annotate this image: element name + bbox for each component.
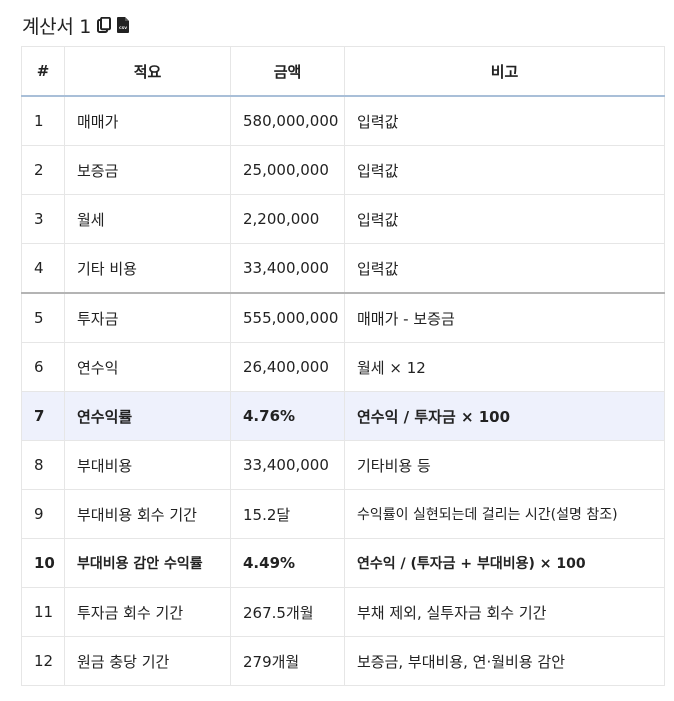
row-amount: 33,400,000	[230, 440, 345, 490]
row-no: 12	[21, 636, 65, 686]
row-item: 연수익률	[64, 391, 231, 441]
row-no: 9	[21, 489, 65, 539]
table-row-highlighted: 7 연수익률 4.76% 연수익 / 투자금 × 100	[21, 391, 665, 441]
row-amount: 279개월	[230, 636, 345, 686]
row-amount: 2,200,000	[230, 194, 345, 244]
page-title: 계산서 1	[22, 15, 92, 38]
row-note: 월세 × 12	[344, 342, 665, 392]
row-item: 원금 충당 기간	[64, 636, 231, 686]
table-row: 9 부대비용 회수 기간 15.2달 수익률이 실현되는데 걸리는 시간(설명 …	[21, 489, 665, 539]
csv-icon-label: CSV	[119, 26, 127, 30]
calc-table: # 적요 금액 비고 1 매매가 580,000,000 입력값 2 보증금 2…	[21, 46, 665, 686]
row-no: 1	[21, 95, 65, 146]
row-no: 4	[21, 243, 65, 294]
calc-title-bar: 계산서 1 CSV	[22, 10, 130, 40]
row-item: 월세	[64, 194, 231, 244]
table-row: 11 투자금 회수 기간 267.5개월 부채 제외, 실투자금 회수 기간	[21, 587, 665, 637]
row-note: 보증금, 부대비용, 연·월비용 감안	[344, 636, 665, 686]
table-row: 3 월세 2,200,000 입력값	[21, 194, 665, 244]
row-amount: 4.49%	[230, 538, 345, 588]
table-row: 12 원금 충당 기간 279개월 보증금, 부대비용, 연·월비용 감안	[21, 636, 665, 686]
row-amount: 25,000,000	[230, 145, 345, 195]
row-no: 11	[21, 587, 65, 637]
row-no: 6	[21, 342, 65, 392]
row-note: 매매가 - 보증금	[344, 292, 665, 343]
row-note: 입력값	[344, 194, 665, 244]
row-item: 투자금 회수 기간	[64, 587, 231, 637]
row-item: 매매가	[64, 95, 231, 146]
row-item: 부대비용	[64, 440, 231, 490]
table-row: 2 보증금 25,000,000 입력값	[21, 145, 665, 195]
row-note: 연수익 / 투자금 × 100	[344, 391, 665, 441]
row-no: 3	[21, 194, 65, 244]
row-no: 8	[21, 440, 65, 490]
header-item: 적요	[64, 46, 231, 97]
copy-icon[interactable]	[97, 17, 112, 33]
row-item: 기타 비용	[64, 243, 231, 294]
row-amount: 267.5개월	[230, 587, 345, 637]
row-amount: 555,000,000	[230, 292, 345, 343]
row-note: 연수익 / (투자금 + 부대비용) × 100	[344, 538, 665, 588]
row-note: 입력값	[344, 95, 665, 146]
header-no: #	[21, 46, 65, 97]
row-note: 부채 제외, 실투자금 회수 기간	[344, 587, 665, 637]
table-row: 6 연수익 26,400,000 월세 × 12	[21, 342, 665, 392]
row-item: 부대비용 감안 수익률	[64, 538, 231, 588]
row-item: 투자금	[64, 292, 231, 343]
row-amount: 4.76%	[230, 391, 345, 441]
csv-file-icon[interactable]: CSV	[117, 17, 130, 33]
table-row: 5 투자금 555,000,000 매매가 - 보증금	[21, 292, 665, 343]
row-amount: 15.2달	[230, 489, 345, 539]
table-row: 4 기타 비용 33,400,000 입력값	[21, 243, 665, 294]
row-note: 입력값	[344, 145, 665, 195]
row-no: 2	[21, 145, 65, 195]
row-amount: 33,400,000	[230, 243, 345, 294]
row-note: 입력값	[344, 243, 665, 294]
calc-table-container: # 적요 금액 비고 1 매매가 580,000,000 입력값 2 보증금 2…	[21, 46, 665, 686]
table-header-row: # 적요 금액 비고	[21, 46, 665, 97]
row-no: 10	[21, 538, 65, 588]
row-note: 수익률이 실현되는데 걸리는 시간(설명 참조)	[344, 489, 665, 539]
header-note: 비고	[344, 46, 665, 97]
row-amount: 580,000,000	[230, 95, 345, 146]
header-amount: 금액	[230, 46, 345, 97]
row-note: 기타비용 등	[344, 440, 665, 490]
row-no: 7	[21, 391, 65, 441]
table-row: 8 부대비용 33,400,000 기타비용 등	[21, 440, 665, 490]
row-item: 연수익	[64, 342, 231, 392]
row-item: 부대비용 회수 기간	[64, 489, 231, 539]
row-item: 보증금	[64, 145, 231, 195]
table-row-bold: 10 부대비용 감안 수익률 4.49% 연수익 / (투자금 + 부대비용) …	[21, 538, 665, 588]
row-amount: 26,400,000	[230, 342, 345, 392]
table-row: 1 매매가 580,000,000 입력값	[21, 95, 665, 146]
row-no: 5	[21, 292, 65, 343]
